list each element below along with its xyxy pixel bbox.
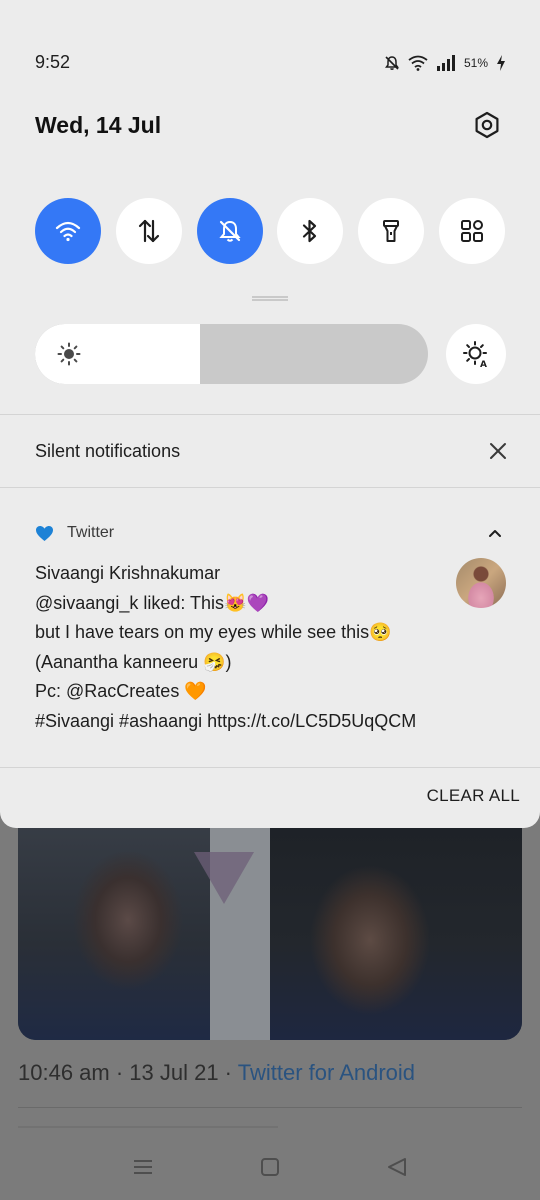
bell-muted-icon xyxy=(384,56,399,70)
tile-wifi[interactable] xyxy=(35,198,101,264)
notification-header[interactable]: Twitter xyxy=(35,522,114,544)
bluetooth-icon xyxy=(303,219,317,243)
section-divider xyxy=(0,414,540,415)
square-icon xyxy=(260,1158,279,1176)
heart-icon xyxy=(36,525,53,541)
recents-button[interactable] xyxy=(123,1147,163,1187)
battery-percent: 51% xyxy=(463,56,488,70)
settings-button[interactable] xyxy=(470,108,504,142)
status-icons: 51% xyxy=(384,52,506,74)
chevron-up-icon xyxy=(489,530,501,537)
sun-icon xyxy=(57,342,81,366)
notification-text-line: #Sivaangi #ashaangi https://t.co/LC5D5Uq… xyxy=(35,710,417,731)
tweet-meta: 10:46 am · 13 Jul 21 · Twitter for Andro… xyxy=(18,1060,415,1086)
wifi-icon xyxy=(408,55,428,71)
tile-more[interactable] xyxy=(438,198,505,264)
tile-do-not-disturb[interactable] xyxy=(196,198,263,264)
tile-flashlight[interactable] xyxy=(358,198,425,264)
svg-text:A: A xyxy=(480,360,487,368)
tweet-image-overlay-shape xyxy=(194,852,254,904)
tweet-image-divider xyxy=(210,800,270,1040)
menu-icon xyxy=(134,1160,153,1174)
dismiss-silent-button[interactable] xyxy=(484,437,512,465)
tweet-media xyxy=(18,800,522,1040)
tweet-image-right xyxy=(270,800,522,1040)
auto-brightness-icon: A xyxy=(463,341,487,368)
section-divider xyxy=(0,767,540,768)
clear-all-button[interactable]: CLEAR ALL xyxy=(410,786,520,812)
charging-bolt-icon xyxy=(497,55,505,71)
bell-muted-icon xyxy=(218,220,241,242)
collapse-notification-button[interactable] xyxy=(482,522,508,544)
navigation-bar xyxy=(0,1134,540,1200)
notification-title: Sivaangi Krishnakumar xyxy=(35,563,221,583)
notification-text-line: but I have tears on my eyes while see th… xyxy=(35,622,392,642)
date-label: Wed, 14 Jul xyxy=(35,112,162,138)
status-bar: 9:52 51% xyxy=(0,40,540,84)
notification-avatar xyxy=(456,558,506,608)
back-triangle-icon xyxy=(387,1158,406,1176)
home-button[interactable] xyxy=(250,1147,290,1187)
data-arrows-icon xyxy=(138,219,159,243)
settings-hexagon-icon xyxy=(475,111,499,139)
notification-text-line: @sivaangi_k liked: This😻💜 xyxy=(35,592,269,613)
close-icon xyxy=(490,443,506,459)
auto-brightness-button[interactable]: A xyxy=(446,324,506,384)
tile-bluetooth[interactable] xyxy=(277,198,344,264)
silent-notifications-title: Silent notifications xyxy=(35,441,181,461)
notification-app-name: Twitter xyxy=(67,524,115,541)
notification-text-line: Pc: @RacCreates 🧡 xyxy=(35,681,207,701)
section-divider xyxy=(0,487,540,488)
back-button[interactable] xyxy=(377,1147,417,1187)
tweet-timestamp: 10:46 am · 13 Jul 21 · xyxy=(18,1060,238,1085)
notification-text-line: (Aanantha kanneeru 🤧) xyxy=(35,651,232,672)
tweet-divider xyxy=(18,1107,522,1108)
shade-drag-handle[interactable] xyxy=(252,296,288,301)
tweet-image-left xyxy=(18,800,210,1040)
grid-icon xyxy=(460,220,483,242)
quick-settings-tiles xyxy=(35,198,505,264)
notification-shade: 9:52 51% Wed, 14 Jul A Silent notificati… xyxy=(0,0,540,828)
signal-icon xyxy=(436,55,455,71)
wifi-icon xyxy=(55,221,81,242)
flashlight-icon xyxy=(383,220,400,242)
tile-mobile-data[interactable] xyxy=(115,198,182,264)
brightness-slider[interactable] xyxy=(35,324,428,384)
tweet-source-link: Twitter for Android xyxy=(237,1060,416,1085)
notification-body[interactable]: Sivaangi Krishnakumar @sivaangi_k liked:… xyxy=(35,559,445,736)
status-time: 9:52 xyxy=(35,52,71,72)
